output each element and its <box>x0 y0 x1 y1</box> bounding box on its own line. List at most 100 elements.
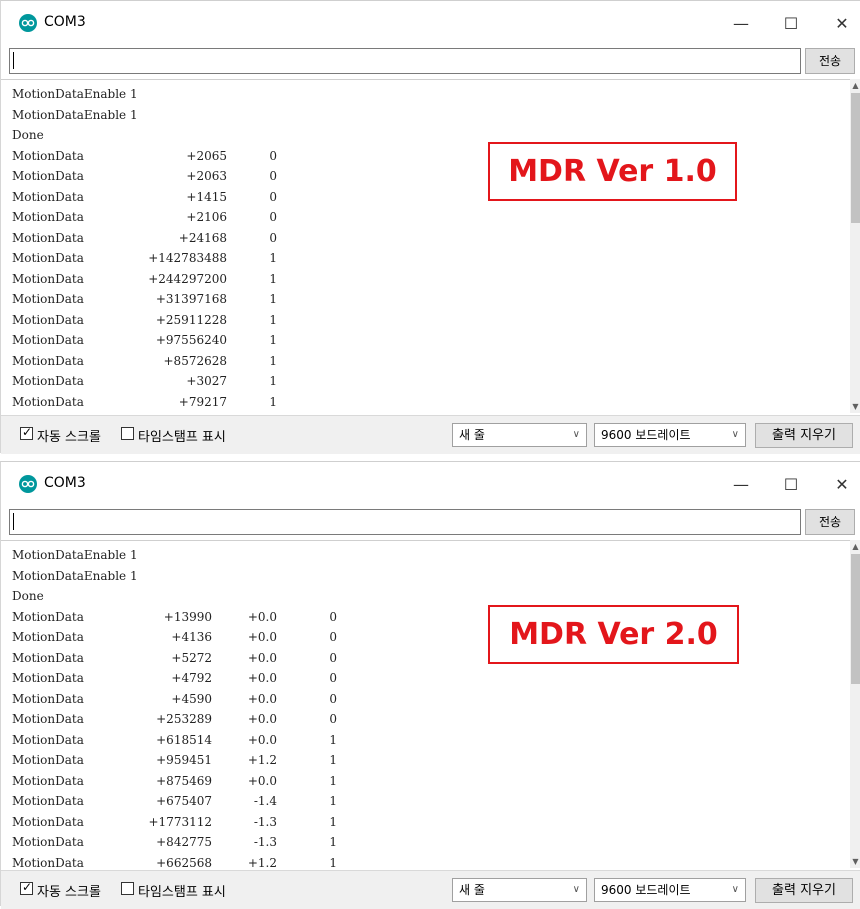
line-value: 1 <box>269 251 277 265</box>
line-value: +0.0 <box>247 630 277 644</box>
title-bar: COM3 — ☐ ✕ <box>1 1 860 45</box>
text-caret <box>13 513 14 530</box>
line-value: 0 <box>329 630 337 644</box>
line-label: MotionData <box>12 271 84 286</box>
line-value: +25911228 <box>155 312 227 327</box>
line-value: 1 <box>329 814 337 829</box>
close-icon[interactable]: ✕ <box>819 9 860 39</box>
line-value: 1 <box>329 732 337 747</box>
line-value: -1.4 <box>253 794 277 808</box>
line-value: +875469 <box>156 773 212 788</box>
title-bar: COM3 — ☐ ✕ <box>1 462 860 506</box>
clear-output-button[interactable]: 출력 지우기 <box>755 423 853 448</box>
autoscroll-label: 자동 스크롤 <box>37 430 101 445</box>
send-input[interactable] <box>9 509 801 535</box>
line-label: MotionDataEnable 1 <box>12 87 138 101</box>
line-value: +0.0 <box>247 712 277 726</box>
timestamp-checkbox[interactable] <box>121 882 134 895</box>
line-value: 1 <box>269 292 277 306</box>
chevron-down-icon: ∨ <box>572 884 580 895</box>
send-button[interactable]: 전송 <box>805 48 855 74</box>
line-value: -1.3 <box>253 814 277 829</box>
line-value: +2065 <box>186 148 227 163</box>
serial-monitor-window-1: COM3 — ☐ ✕ 전송 MotionDataEnable 1 MotionDa… <box>0 0 860 454</box>
line-value: +0.0 <box>247 609 277 624</box>
checkmark-icon: ✓ <box>22 425 33 439</box>
minimize-icon[interactable]: — <box>718 9 764 39</box>
line-value: +662568 <box>156 855 212 870</box>
scroll-up-icon[interactable]: ▲ <box>850 542 860 551</box>
minimize-icon[interactable]: — <box>718 470 764 500</box>
close-icon[interactable]: ✕ <box>819 470 860 500</box>
vertical-scrollbar[interactable]: ▲ ▼ <box>850 540 860 868</box>
maximize-icon[interactable]: ☐ <box>768 470 814 500</box>
line-value: 1 <box>329 835 337 849</box>
output-line: MotionDataEnable 1 <box>12 566 138 586</box>
line-label: MotionDataEnable 1 <box>12 548 138 562</box>
maximize-icon[interactable]: ☐ <box>768 9 814 39</box>
line-value: 0 <box>269 230 277 245</box>
send-button[interactable]: 전송 <box>805 509 855 535</box>
scroll-down-icon[interactable]: ▼ <box>850 857 860 866</box>
line-value: 1 <box>269 312 277 327</box>
line-label: MotionData <box>12 732 84 747</box>
line-value: +4136 <box>171 630 212 644</box>
line-value: +2063 <box>186 169 227 183</box>
line-value: +0.0 <box>247 691 277 706</box>
line-label: MotionData <box>12 671 84 685</box>
line-value: 0 <box>269 148 277 163</box>
line-value: +0.0 <box>247 732 277 747</box>
line-value: 0 <box>329 650 337 665</box>
line-label: MotionData <box>12 691 84 706</box>
line-label: MotionData <box>12 148 84 163</box>
autoscroll-checkbox[interactable]: ✓ <box>20 880 33 895</box>
scrollbar-thumb[interactable] <box>851 93 860 223</box>
line-value: +4590 <box>171 691 212 706</box>
line-value: +4792 <box>171 671 212 685</box>
line-label: MotionDataEnable 1 <box>12 568 138 583</box>
line-value: +3027 <box>186 374 227 388</box>
line-value: 1 <box>329 773 337 788</box>
line-value: +244297200 <box>148 271 227 286</box>
line-label: MotionData <box>12 773 84 788</box>
line-label: MotionData <box>12 712 84 726</box>
line-label: MotionData <box>12 650 84 665</box>
timestamp-checkbox[interactable] <box>121 427 134 440</box>
timestamp-label: 타임스탬프 표시 <box>138 885 226 900</box>
vertical-scrollbar[interactable]: ▲ ▼ <box>850 79 860 413</box>
line-value: +0.0 <box>247 650 277 665</box>
clear-output-button[interactable]: 출력 지우기 <box>755 878 853 903</box>
line-value: -1.3 <box>253 835 277 849</box>
line-value: +97556240 <box>155 333 227 347</box>
autoscroll-checkbox[interactable]: ✓ <box>20 425 33 440</box>
line-label: MotionData <box>12 630 84 644</box>
scroll-up-icon[interactable]: ▲ <box>850 81 860 90</box>
line-value: +13990 <box>163 609 212 624</box>
line-value: 1 <box>329 753 337 767</box>
line-value: +253289 <box>156 712 212 726</box>
checkmark-icon: ✓ <box>22 880 33 894</box>
bottom-toolbar: ✓ 자동 스크롤 타임스탬프 표시 새 줄 ∨ 9600 보드레이트 ∨ 출력 지우… <box>1 415 860 454</box>
text-caret <box>13 52 14 69</box>
line-label: Done <box>12 589 44 603</box>
line-label: MotionData <box>12 855 84 870</box>
line-ending-select[interactable]: 새 줄 ∨ <box>452 878 587 902</box>
timestamp-label: 타임스탬프 표시 <box>138 430 226 445</box>
line-value: +1773112 <box>148 814 213 829</box>
send-input[interactable] <box>9 48 801 74</box>
line-value: 0 <box>269 169 277 183</box>
line-value: 0 <box>329 671 337 685</box>
serial-output: MotionDataEnable 1 MotionDataEnable 1 Done… <box>1 540 850 869</box>
line-value: +79217 <box>178 394 227 409</box>
chevron-down-icon: ∨ <box>731 429 739 440</box>
scrollbar-thumb[interactable] <box>851 554 860 684</box>
baud-rate-select[interactable]: 9600 보드레이트 ∨ <box>594 878 746 902</box>
baud-rate-select[interactable]: 9600 보드레이트 ∨ <box>594 423 746 447</box>
line-label: MotionData <box>12 353 84 368</box>
line-value: +8572628 <box>163 353 228 368</box>
scroll-down-icon[interactable]: ▼ <box>850 402 860 411</box>
output-line: MotionDataEnable 1 <box>12 545 138 565</box>
window-title: COM3 <box>44 475 86 491</box>
line-value: 0 <box>329 609 337 624</box>
line-ending-select[interactable]: 새 줄 ∨ <box>452 423 587 447</box>
